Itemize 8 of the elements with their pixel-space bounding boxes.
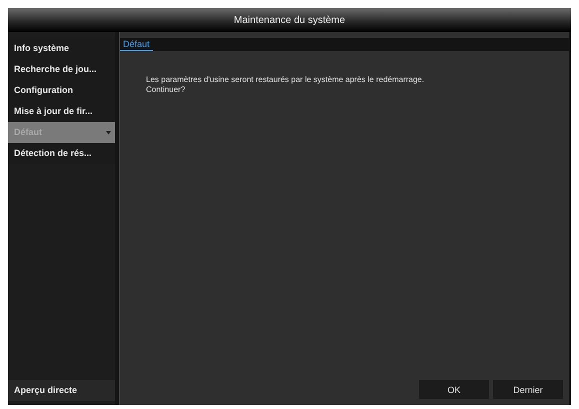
live-view-button[interactable]: Aperçu directe: [8, 380, 115, 401]
message-text: Les paramètres d'usine seront restaurés par le système après le redémarrage.: [146, 75, 426, 85]
dialog-button[interactable]: OK: [419, 380, 489, 399]
caret-icon: [106, 130, 111, 135]
tab[interactable]: Défaut: [120, 38, 153, 51]
dialog-button[interactable]: Dernier: [493, 380, 563, 399]
window-title: Maintenance du système: [234, 14, 346, 26]
message-text: Continuer?: [146, 85, 186, 95]
